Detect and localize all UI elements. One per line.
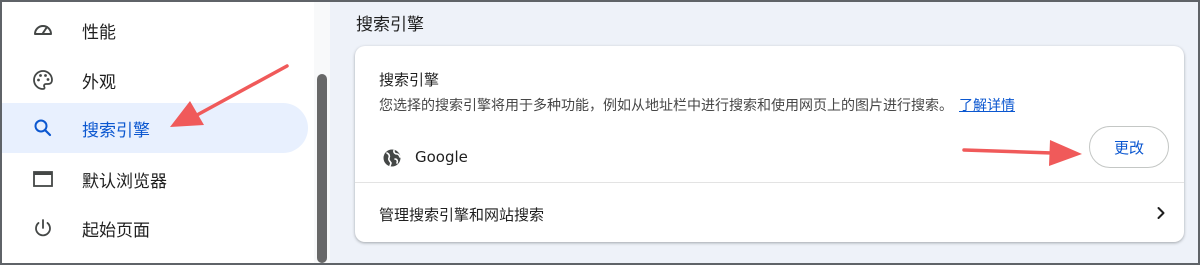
search-engine-card: 搜索引擎 您选择的搜索引擎将用于多种功能，例如从地址栏中进行搜索和使用网页上的图… — [355, 46, 1184, 242]
browser-window-icon — [30, 166, 56, 192]
sidebar-item-label: 搜索引擎 — [82, 120, 150, 141]
sidebar-item-label: 默认浏览器 — [82, 171, 167, 192]
current-engine-row: Google — [379, 138, 1171, 178]
engine-name: Google — [415, 148, 468, 166]
learn-more-link[interactable]: 了解详情 — [959, 98, 1015, 114]
search-icon — [30, 115, 56, 141]
card-title: 搜索引擎 — [379, 71, 440, 89]
sidebar-item-performance[interactable]: 性能 — [2, 5, 308, 55]
power-icon — [30, 215, 56, 241]
card-description: 您选择的搜索引擎将用于多种功能，例如从地址栏中进行搜索和使用网页上的图片进行搜索… — [379, 95, 1015, 115]
settings-window: 性能 外观 搜索引擎 默认浏览器 起始页面 搜索引擎 搜索引擎 您选择的搜索引擎… — [0, 0, 1200, 265]
sidebar-item-startup[interactable]: 起始页面 — [2, 203, 308, 253]
chevron-right-icon — [1155, 205, 1167, 219]
speedometer-icon — [30, 17, 56, 43]
palette-icon — [30, 67, 56, 93]
scrollbar-thumb[interactable] — [317, 74, 327, 263]
manage-search-engines-row[interactable]: 管理搜索引擎和网站搜索 — [355, 183, 1184, 242]
globe-icon — [382, 148, 402, 168]
sidebar-item-appearance[interactable]: 外观 — [2, 55, 308, 105]
description-text: 您选择的搜索引擎将用于多种功能，例如从地址栏中进行搜索和使用网页上的图片进行搜索… — [379, 98, 953, 114]
manage-label: 管理搜索引擎和网站搜索 — [379, 206, 545, 224]
sidebar-item-default-browser[interactable]: 默认浏览器 — [2, 154, 308, 204]
sidebar-item-label: 性能 — [82, 22, 116, 43]
sidebar-item-label: 外观 — [82, 72, 116, 93]
page-title: 搜索引擎 — [356, 15, 424, 35]
sidebar: 性能 外观 搜索引擎 默认浏览器 起始页面 — [2, 2, 314, 263]
change-button[interactable]: 更改 — [1089, 126, 1169, 168]
sidebar-item-label: 起始页面 — [82, 220, 150, 241]
sidebar-item-search-engine[interactable]: 搜索引擎 — [2, 103, 308, 153]
